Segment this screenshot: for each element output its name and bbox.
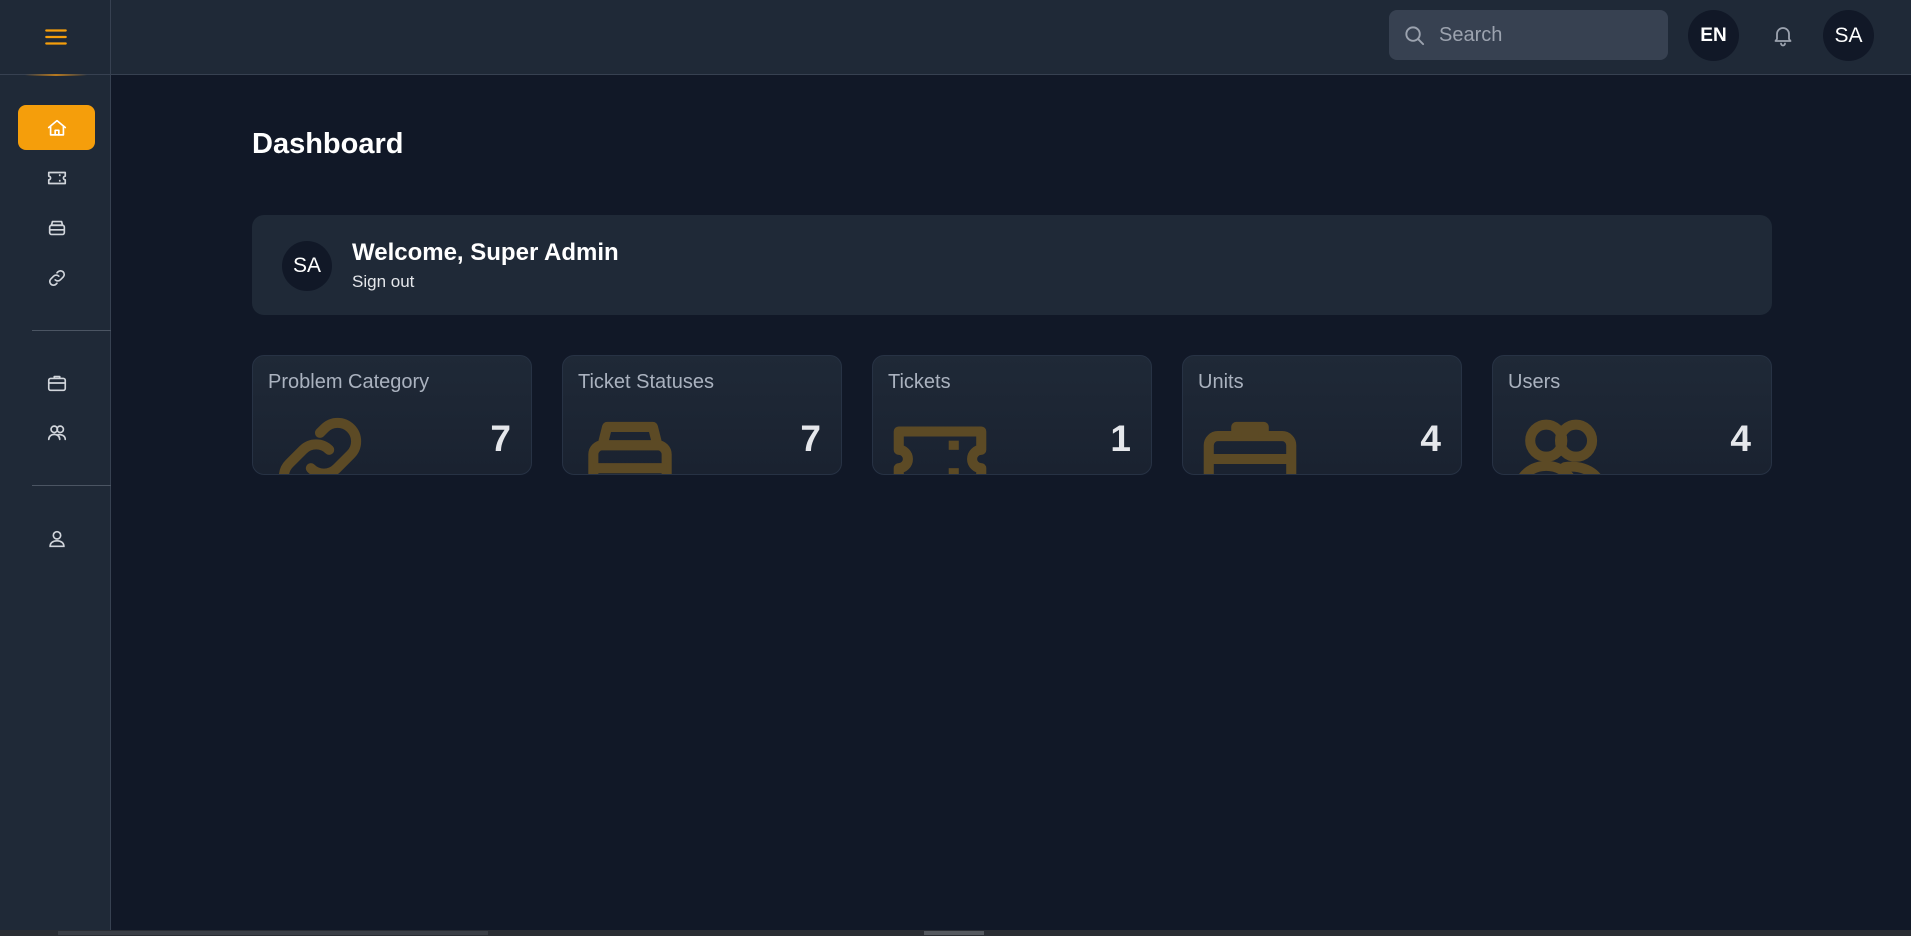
notifications-button[interactable] <box>1768 20 1798 50</box>
link-icon <box>48 269 65 286</box>
menu-underline <box>25 74 87 76</box>
stat-label: Units <box>1198 371 1244 393</box>
sidebar-item-units[interactable] <box>18 360 95 405</box>
sidebar <box>0 0 111 930</box>
ticket-icon <box>47 171 66 184</box>
sidebar-item-dashboard[interactable] <box>18 105 95 150</box>
stat-label: Tickets <box>888 371 951 393</box>
search-box[interactable] <box>1389 10 1668 60</box>
sidebar-item-users[interactable] <box>18 410 95 455</box>
bell-icon <box>1774 27 1792 47</box>
app-window: EN SA Dashboard SA Welcome, Super Admin … <box>0 0 1911 930</box>
welcome-card: SA Welcome, Super Admin Sign out <box>252 215 1772 315</box>
menu-toggle-button[interactable] <box>0 0 111 75</box>
language-button[interactable]: EN <box>1688 10 1739 61</box>
stat-value: 7 <box>490 418 511 459</box>
stat-label: Ticket Statuses <box>578 371 714 393</box>
sidebar-item-profile[interactable] <box>18 516 95 561</box>
link-icon <box>265 404 375 474</box>
stat-label: Problem Category <box>268 371 430 393</box>
top-bar: EN SA <box>111 0 1911 75</box>
stat-card-units[interactable]: Units 4 <box>1182 355 1462 475</box>
stat-card-problem-category[interactable]: Problem Category 7 <box>252 355 532 475</box>
stat-card-users[interactable]: Users 4 <box>1492 355 1772 475</box>
sign-out-link[interactable]: Sign out <box>352 272 414 292</box>
ticket-icon <box>885 404 995 474</box>
stat-value: 7 <box>800 418 821 459</box>
stat-card-tickets[interactable]: Tickets 1 <box>872 355 1152 475</box>
inbox-stack-icon <box>48 220 65 235</box>
home-icon <box>47 119 66 136</box>
stat-value: 4 <box>1420 418 1441 459</box>
briefcase-icon <box>1195 404 1305 474</box>
search-icon <box>1405 26 1425 46</box>
user-icon <box>48 530 65 547</box>
sidebar-item-problem-category[interactable] <box>18 255 95 300</box>
sidebar-item-ticket-statuses[interactable] <box>18 205 95 250</box>
search-input[interactable] <box>1439 10 1659 60</box>
horizontal-scrollbar[interactable] <box>0 930 1911 936</box>
hamburger-icon <box>44 29 67 45</box>
sidebar-item-tickets[interactable] <box>18 155 95 200</box>
sidebar-divider <box>32 330 111 331</box>
users-icon <box>1505 404 1615 474</box>
welcome-title: Welcome, Super Admin <box>352 239 619 266</box>
avatar: SA <box>282 241 332 291</box>
stat-card-ticket-statuses[interactable]: Ticket Statuses 7 <box>562 355 842 475</box>
users-icon <box>47 424 66 440</box>
user-avatar-button[interactable]: SA <box>1823 10 1874 61</box>
page-title: Dashboard <box>252 128 404 160</box>
inbox-stack-icon <box>575 404 685 474</box>
sidebar-divider <box>32 485 111 486</box>
stat-value: 1 <box>1110 418 1131 459</box>
stat-label: Users <box>1508 371 1561 393</box>
scrollbar-thumb[interactable] <box>924 931 984 935</box>
briefcase-icon <box>47 375 66 391</box>
scrollbar-track <box>58 931 488 935</box>
stat-value: 4 <box>1730 418 1751 459</box>
